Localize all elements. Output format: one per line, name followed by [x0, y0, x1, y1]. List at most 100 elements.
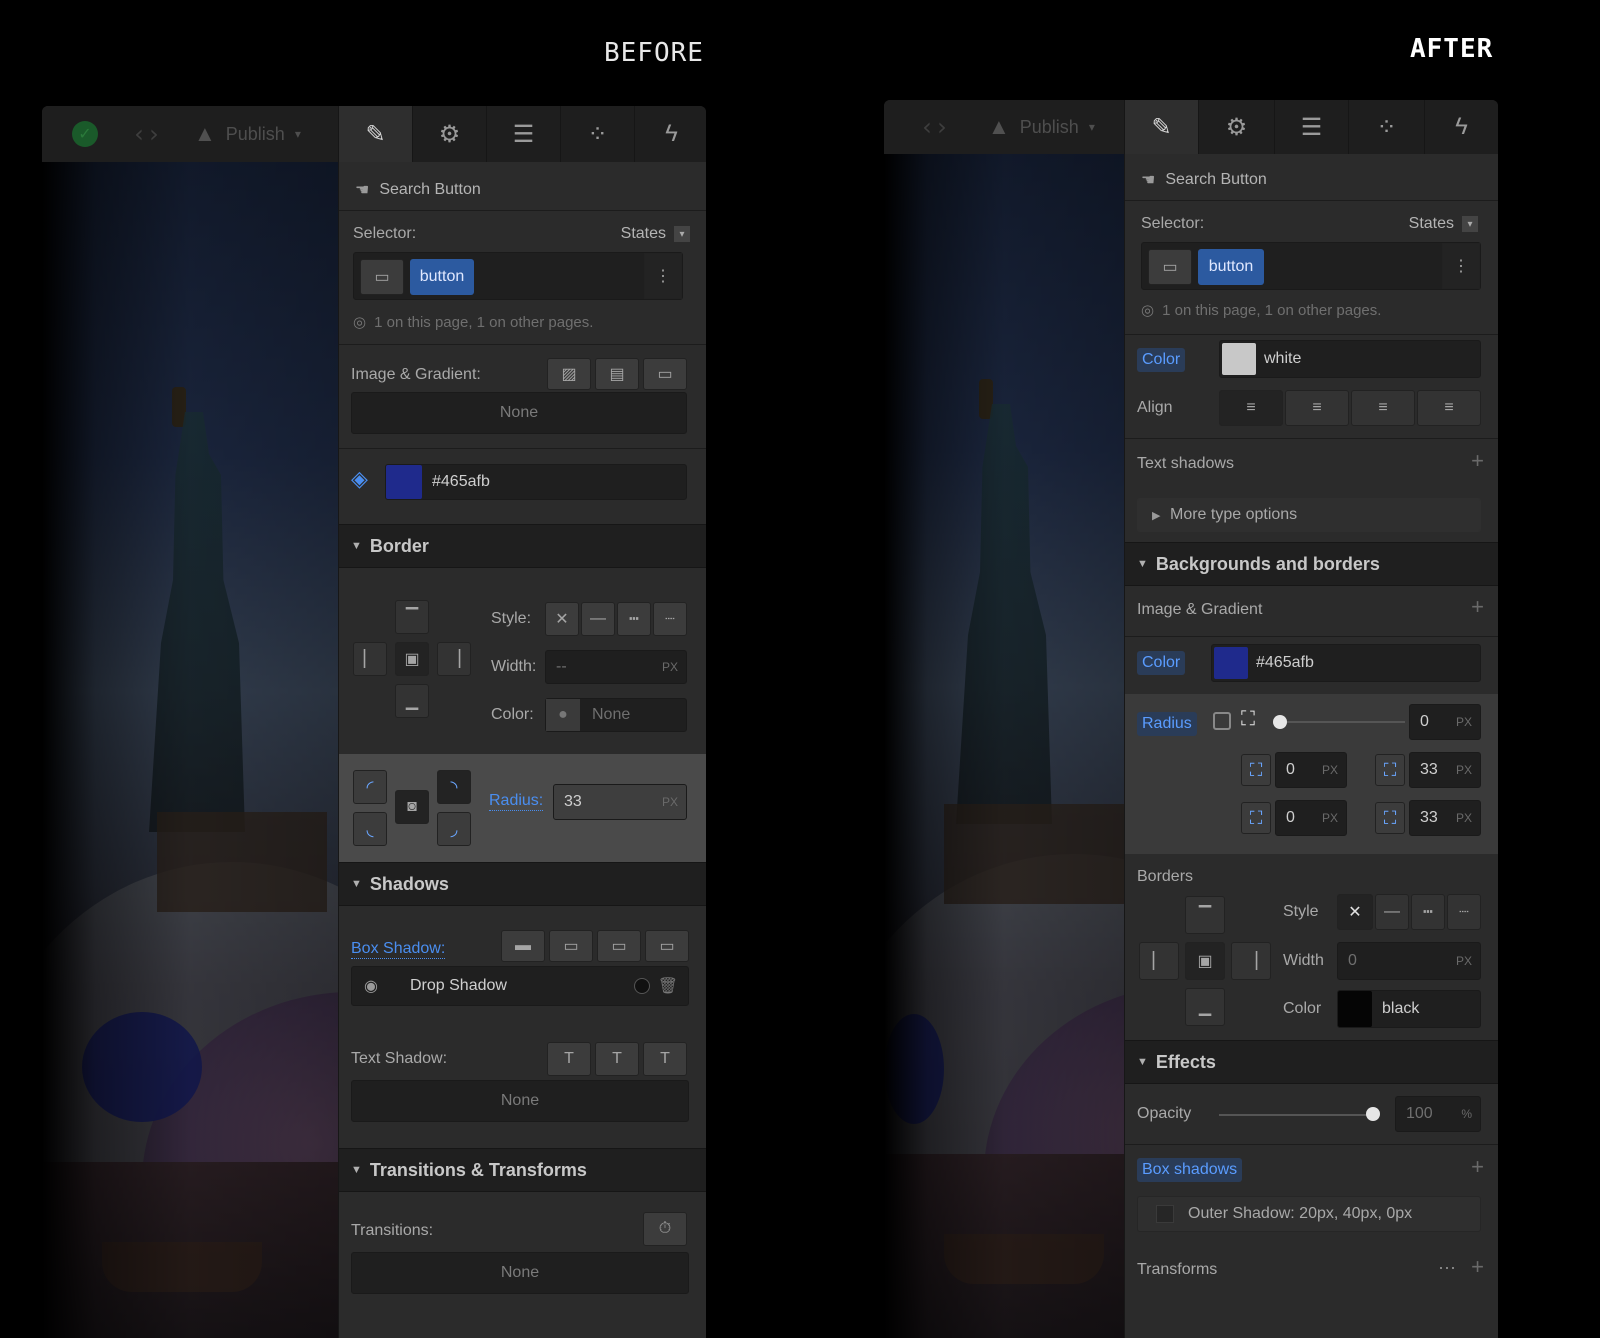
border-bottom-icon[interactable]: ▁ [395, 684, 429, 718]
backgrounds-borders-header[interactable]: ▼ Backgrounds and borders [1125, 542, 1498, 586]
tab-interactions[interactable]: ϟ [1424, 100, 1498, 154]
transitions-section-header[interactable]: ▼ Transitions & Transforms [339, 1148, 706, 1192]
corner-bl-icon[interactable]: ⛶ [1241, 802, 1271, 834]
opacity-slider-knob[interactable] [1366, 1107, 1380, 1121]
border-left-icon[interactable]: ▏ [353, 642, 387, 676]
stopwatch-icon[interactable]: ⏱ [643, 1212, 687, 1246]
radius-tl-input[interactable]: 0 PX [1275, 752, 1347, 788]
border-all-icon[interactable]: ▣ [1185, 942, 1225, 980]
border-right-icon[interactable]: ▕ [437, 642, 471, 676]
image-gradient-value[interactable]: None [351, 392, 687, 434]
style-dashed-icon[interactable]: ┅ [1411, 894, 1445, 930]
tab-interactions[interactable]: ϟ [634, 106, 706, 162]
more-options-icon[interactable]: ⋯ [1438, 1258, 1456, 1279]
eye-icon[interactable]: ◉ [364, 976, 378, 996]
tab-swatches[interactable]: ⁘ [560, 106, 634, 162]
radius-individual-icon[interactable]: ⛶ [1241, 708, 1255, 731]
style-none-icon[interactable]: ✕ [545, 602, 579, 636]
style-dashed-icon[interactable]: ┅ [617, 602, 651, 636]
opacity-slider-track[interactable] [1219, 1114, 1373, 1116]
corner-bl-icon[interactable]: ◟ [353, 812, 387, 846]
states-label[interactable]: States [621, 225, 666, 243]
style-none-icon[interactable]: ✕ [1337, 894, 1373, 930]
add-box-shadow-icon[interactable]: + [1471, 1154, 1484, 1180]
design-canvas[interactable] [884, 154, 1124, 1338]
corner-tl-icon[interactable]: ⛶ [1241, 754, 1271, 786]
publish-button[interactable]: ▲ Publish ▾ [988, 100, 1095, 154]
bg-color-field[interactable]: #465afb [385, 464, 687, 500]
trash-icon[interactable]: 🗑 [658, 976, 678, 996]
corner-all-icon[interactable]: ◙ [395, 790, 429, 824]
align-left-icon[interactable]: ≡ [1219, 390, 1283, 426]
text-shadow-1-icon[interactable]: T [547, 1042, 591, 1076]
border-bottom-icon[interactable]: ▁ [1185, 988, 1225, 1026]
shadow-color-swatch[interactable] [634, 978, 650, 994]
gradient-icon[interactable]: ▤ [595, 358, 639, 390]
shadow-color-swatch[interactable] [1156, 1205, 1174, 1223]
tab-navigator[interactable]: ☰ [1274, 100, 1348, 154]
border-all-icon[interactable]: ▣ [395, 642, 429, 676]
device-icon[interactable]: ▭ [1148, 249, 1192, 285]
radius-input[interactable]: 33 PX [553, 784, 687, 820]
tab-swatches[interactable]: ⁘ [1348, 100, 1424, 154]
selector-chip[interactable]: button [1198, 249, 1264, 285]
border-left-icon[interactable]: ▏ [1139, 942, 1179, 980]
border-color-field[interactable]: black [1337, 990, 1481, 1028]
box-shadow-label[interactable]: Box Shadow: [351, 940, 446, 959]
align-right-icon[interactable]: ≡ [1351, 390, 1415, 426]
radius-slider-knob[interactable] [1273, 715, 1287, 729]
publish-button[interactable]: ▲ Publish ▾ [194, 106, 301, 162]
border-right-icon[interactable]: ▕ [1231, 942, 1271, 980]
color-label[interactable]: Color [1137, 348, 1186, 372]
bg-color-label[interactable]: Color [1137, 651, 1186, 675]
outer-shadow-row[interactable]: Outer Shadow: 20px, 40px, 0px [1137, 1196, 1481, 1232]
add-image-gradient-icon[interactable]: + [1471, 594, 1484, 620]
drop-shadow-row[interactable]: ◉ Drop Shadow 🗑 [351, 966, 689, 1006]
bg-color-swatch[interactable] [1214, 647, 1248, 679]
style-dotted-icon[interactable]: ┈ [1447, 894, 1481, 930]
tab-settings[interactable]: ⚙ [1198, 100, 1274, 154]
states-dropdown-icon[interactable]: ▾ [1462, 216, 1478, 232]
text-shadow-2-icon[interactable]: T [595, 1042, 639, 1076]
device-icon[interactable]: ▭ [360, 259, 404, 295]
selector-chip[interactable]: button [410, 259, 474, 295]
bg-color-swatch[interactable] [386, 465, 422, 499]
align-center-icon[interactable]: ≡ [1285, 390, 1349, 426]
radius-br-input[interactable]: 33 PX [1409, 800, 1481, 836]
style-solid-icon[interactable]: ― [1375, 894, 1409, 930]
shadow-preset-3-icon[interactable]: ▭ [597, 930, 641, 962]
tab-navigator[interactable]: ☰ [486, 106, 560, 162]
transitions-value[interactable]: None [351, 1252, 689, 1294]
text-shadow-3-icon[interactable]: T [643, 1042, 687, 1076]
shadows-section-header[interactable]: ▼ Shadows [339, 862, 706, 906]
corner-tr-icon[interactable]: ◝ [437, 770, 471, 804]
effects-section-header[interactable]: ▼ Effects [1125, 1040, 1498, 1084]
radius-label[interactable]: Radius: [489, 792, 544, 811]
more-type-options[interactable]: ▶ More type options [1137, 498, 1481, 532]
align-justify-icon[interactable]: ≡ [1417, 390, 1481, 426]
tab-style[interactable]: ✎ [1124, 100, 1198, 154]
radius-slider-track[interactable] [1275, 721, 1405, 723]
saved-check-icon[interactable]: ✓ [72, 106, 98, 162]
corner-tl-icon[interactable]: ◜ [353, 770, 387, 804]
text-color-field[interactable]: white [1219, 340, 1481, 378]
radius-label[interactable]: Radius [1137, 712, 1197, 736]
tab-style[interactable]: ✎ [338, 106, 412, 162]
shadow-preset-1-icon[interactable]: ▬ [501, 930, 545, 962]
radius-all-input[interactable]: 0 PX [1409, 704, 1481, 740]
selector-menu-icon[interactable]: ⋮ [1442, 243, 1480, 289]
radius-bl-input[interactable]: 0 PX [1275, 800, 1347, 836]
text-shadow-value[interactable]: None [351, 1080, 689, 1122]
add-transform-icon[interactable]: + [1471, 1254, 1484, 1280]
shadow-preset-2-icon[interactable]: ▭ [549, 930, 593, 962]
shadow-preset-4-icon[interactable]: ▭ [645, 930, 689, 962]
style-dotted-icon[interactable]: ┈ [653, 602, 687, 636]
add-text-shadow-icon[interactable]: + [1471, 448, 1484, 474]
radius-all-corners-icon[interactable] [1213, 712, 1231, 730]
border-section-header[interactable]: ▼ Border [339, 524, 706, 568]
code-icon[interactable]: ‹› [920, 100, 949, 154]
code-icon[interactable]: ‹› [132, 106, 161, 162]
solid-icon[interactable]: ▭ [643, 358, 687, 390]
border-top-icon[interactable]: ▔ [395, 600, 429, 634]
image-icon[interactable]: ▨ [547, 358, 591, 390]
